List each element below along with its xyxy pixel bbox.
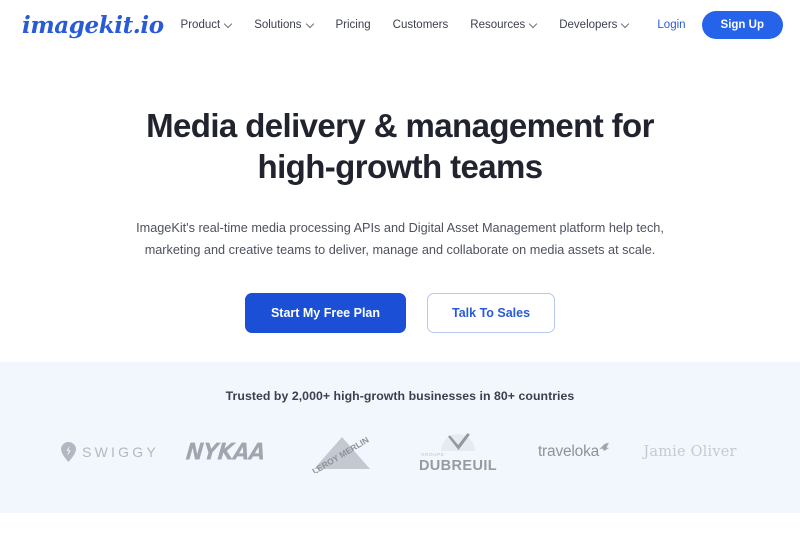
nav-item-label: Solutions <box>254 19 302 31</box>
top-navigation-bar: imagekit.io Product Solutions Pricing Cu… <box>0 0 800 50</box>
logo-jamie-oliver: Jamie Oliver <box>632 429 748 475</box>
nav-item-label: Resources <box>470 19 526 31</box>
logo-label: SWIGGY <box>82 444 159 460</box>
hero-subtitle: ImageKit's real-time media processing AP… <box>136 221 664 258</box>
talk-to-sales-button[interactable]: Talk To Sales <box>427 292 556 333</box>
traveloka-bird-icon <box>599 442 610 451</box>
chevron-down-icon <box>530 21 537 28</box>
leroy-merlin-triangle-icon: LEROY MERLIN <box>310 435 370 477</box>
trusted-by-section: Trusted by 2,000+ high-growth businesses… <box>0 362 800 513</box>
hero-section: Media delivery & management for high-gro… <box>0 50 800 362</box>
logo-label: NYKAA <box>185 438 267 466</box>
nav-item-developers[interactable]: Developers <box>559 19 629 31</box>
nav-account-actions: Login Sign Up <box>657 11 783 39</box>
trusted-by-heading: Trusted by 2,000+ high-growth businesses… <box>225 389 575 403</box>
imagekit-logo[interactable]: imagekit.io <box>22 14 164 37</box>
logo-traveloka: traveloka <box>516 429 632 475</box>
hero-title-line-2: high-growth teams <box>257 147 544 185</box>
chevron-down-icon <box>622 21 629 28</box>
hero-cta-row: Start My Free Plan Talk To Sales <box>0 292 800 333</box>
logo-nykaa: NYKAA <box>168 429 284 475</box>
nav-item-solutions[interactable]: Solutions <box>254 19 313 31</box>
start-my-free-plan-button[interactable]: Start My Free Plan <box>244 292 407 333</box>
nav-item-label: Developers <box>559 19 618 31</box>
chevron-down-icon <box>225 21 232 28</box>
hero-title-line-1: Media delivery & management for <box>146 107 654 144</box>
logo-leroy-merlin: LEROY MERLIN <box>284 429 400 477</box>
page-bottom-spacer <box>0 513 800 533</box>
logo-label: DUBREUIL <box>418 457 498 474</box>
swiggy-pin-icon <box>61 442 77 462</box>
logo-dubreuil: GROUPE DUBREUIL <box>400 429 516 475</box>
nav-item-label: Customers <box>392 19 449 31</box>
customer-logo-row: SWIGGY NYKAA LEROY MERLIN GROUPE DUBREUI… <box>0 429 800 477</box>
dubreuil-swoosh-icon <box>441 433 475 451</box>
nav-item-customers[interactable]: Customers <box>393 19 449 31</box>
sign-up-button[interactable]: Sign Up <box>701 11 783 39</box>
main-nav-links: Product Solutions Pricing Customers Reso… <box>181 19 630 31</box>
page-title: Media delivery & management for high-gro… <box>120 106 680 187</box>
logo-label: traveloka <box>537 443 600 460</box>
nav-item-label: Product <box>180 19 221 31</box>
login-link[interactable]: Login <box>657 19 685 31</box>
nav-item-pricing[interactable]: Pricing <box>336 19 371 31</box>
logo-swiggy: SWIGGY <box>52 429 168 475</box>
nav-item-product[interactable]: Product <box>181 19 233 31</box>
logo-label: Jamie Oliver <box>643 444 737 460</box>
nav-item-resources[interactable]: Resources <box>470 19 537 31</box>
chevron-down-icon <box>307 21 314 28</box>
nav-item-label: Pricing <box>335 19 371 31</box>
logo-sublabel: GROUPE <box>420 451 445 457</box>
